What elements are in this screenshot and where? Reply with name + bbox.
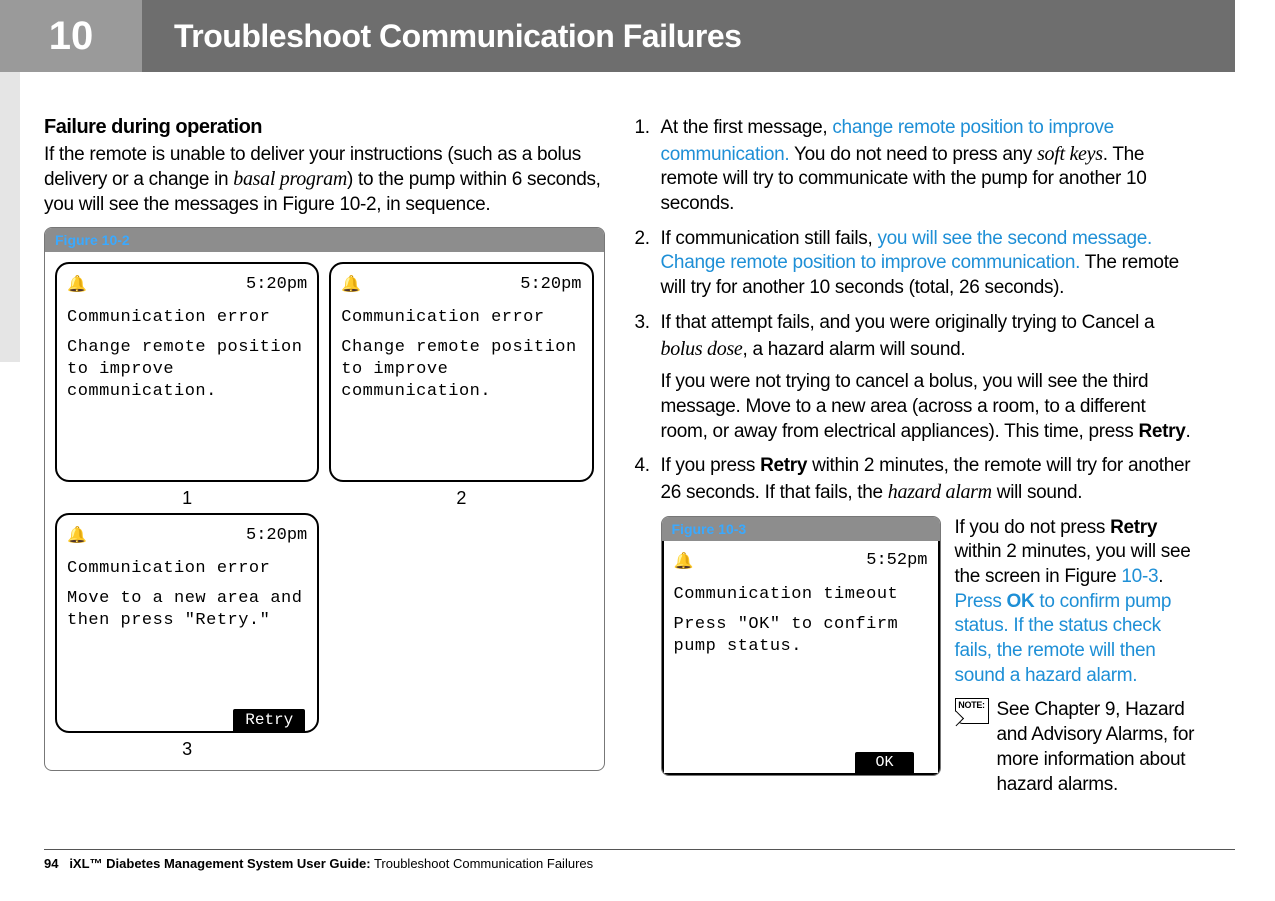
page-footer: 94 iXL™ Diabetes Management System User … [44,849,1235,871]
side-text-blue1: 10-3 [1121,566,1158,587]
screen-timeout-body: Press "OK" to confirm pump status. [674,614,928,658]
step-3: If that attempt fails, and you were orig… [635,311,1196,444]
note-block: NOTE: See Chapter 9, Hazard and Advisory… [955,698,1196,797]
page-title: Troubleshoot Communication Failures [142,0,1235,72]
page-header: 10 Troubleshoot Communication Failures [0,0,1235,72]
intro-paragraph: If the remote is unable to deliver your … [44,143,605,217]
step-4-text-a: If you press [661,455,761,476]
figure-10-2-label: Figure 10-2 [45,228,604,252]
screen-2-body: Change remote position to improve commun… [341,337,581,403]
step-1: At the first message, change remote posi… [635,116,1196,217]
side-blue2-a: Press [955,591,1007,612]
screen-3: 🔔 5:20pm Communication error Move to a n… [55,513,319,733]
note-icon: NOTE: [955,698,989,724]
screen-1-time: 5:20pm [246,275,307,294]
intro-italic: basal program [233,168,347,190]
bell-icon: 🔔 [67,525,87,545]
left-margin-strip [0,72,20,362]
screen-3-time: 5:20pm [246,526,307,545]
bell-icon: 🔔 [674,551,694,571]
bell-icon: 🔔 [341,274,361,294]
side-text-bold: Retry [1110,517,1157,538]
note-text: See Chapter 9, Hazard and Advisory Alarm… [997,698,1196,797]
right-column: At the first message, change remote posi… [635,116,1196,797]
step-3-para2-bold: Retry [1138,421,1185,442]
step-3-text-b: , a hazard alarm will sound. [743,339,966,360]
screen-1-title: Communication error [67,308,307,327]
step-3-italic: bolus dose [661,338,743,360]
step-4-text-c: will sound. [992,482,1082,503]
side-text-a: If you do not press [955,517,1111,538]
figure-10-2: Figure 10-2 🔔 5:20pm Communication error… [44,227,605,771]
side-blue2-bold: OK [1007,591,1035,612]
screen-3-body: Move to a new area and then press "Retry… [67,588,307,632]
step-4-bold: Retry [760,455,807,476]
figure-10-3-side-text: If you do not press Retry within 2 minut… [955,516,1196,798]
figure-10-3: Figure 10-3 🔔 5:52pm Communication timeo… [661,516,941,776]
step-1-text-b: You do not need to press any [789,144,1037,165]
step-4: If you press Retry within 2 minutes, the… [635,454,1196,505]
retry-button[interactable]: Retry [233,709,305,731]
screen-timeout-time: 5:52pm [866,551,927,570]
ok-button[interactable]: OK [855,752,913,773]
screen-1-body: Change remote position to improve commun… [67,337,307,403]
section-heading: Failure during operation [44,116,605,139]
screen-2-time: 5:20pm [520,275,581,294]
figure-10-3-label: Figure 10-3 [662,517,940,541]
step-1-text-a: At the first message, [661,117,833,138]
footer-guide-title: iXL™ Diabetes Management System User Gui… [69,856,370,871]
footer-section: Troubleshoot Communication Failures [371,856,594,871]
step-2-text-a: If communication still fails, [661,228,878,249]
step-3-text-a: If that attempt fails, and you were orig… [661,312,1155,333]
page-number: 94 [44,856,58,871]
step-1-italic: soft keys [1037,143,1103,165]
empty-screen-slot [329,513,593,760]
screen-3-title: Communication error [67,559,307,578]
step-3-para2: If you were not trying to cancel a bolus… [661,370,1196,444]
screen-2-number: 2 [329,488,593,509]
side-text-c: . [1158,566,1163,587]
screen-2-title: Communication error [341,308,581,327]
bell-icon: 🔔 [67,274,87,294]
screen-timeout-title: Communication timeout [674,585,928,604]
screen-1: 🔔 5:20pm Communication error Change remo… [55,262,319,482]
step-2: If communication still fails, you will s… [635,227,1196,301]
step-3-para2-a: If you were not trying to cancel a bolus… [661,371,1149,441]
step-4-italic: hazard alarm [888,481,992,503]
screen-3-number: 3 [55,739,319,760]
chapter-number: 10 [0,0,142,72]
steps-list: At the first message, change remote posi… [635,116,1196,506]
left-column: Failure during operation If the remote i… [44,116,605,797]
screen-timeout: 🔔 5:52pm Communication timeout Press "OK… [662,541,940,775]
step-3-para2-b: . [1186,421,1191,442]
side-text-blue2: Press OK to confirm pump status. If the … [955,591,1172,686]
screen-2: 🔔 5:20pm Communication error Change remo… [329,262,593,482]
screen-1-number: 1 [55,488,319,509]
